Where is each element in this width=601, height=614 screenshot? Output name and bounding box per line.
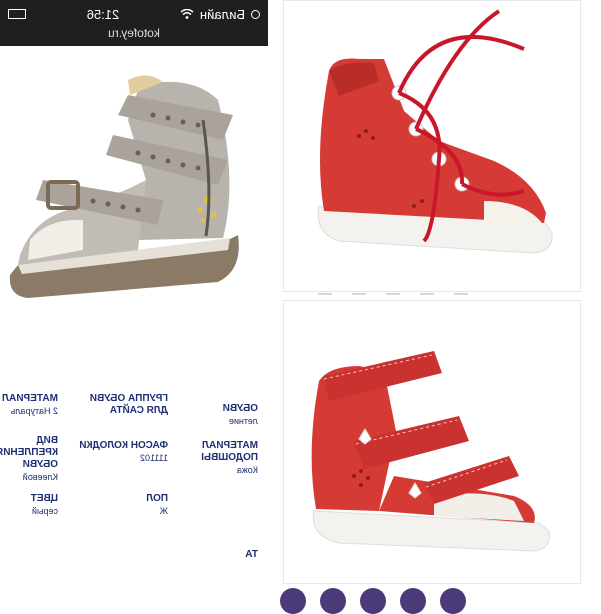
spec-item: МАТЕРИАЛ ПОДОШВЫ Кожа — [201, 440, 258, 475]
product-card-red-sandal[interactable] — [283, 300, 581, 584]
spec-item: МАТЕРИАЛ 2 Натураль — [1, 393, 58, 416]
battery-icon — [8, 9, 27, 19]
status-dot-icon — [251, 9, 260, 19]
gray-shoe-image — [9, 75, 239, 298]
spec-item: ФАСОН КОЛОДКИ 111102 — [79, 440, 168, 463]
color-swatch[interactable] — [280, 588, 306, 614]
red-laced-shoe-image — [317, 9, 553, 254]
carrier-name: Билайн — [199, 6, 245, 22]
spec-table: ОБУВИ летние ГРУППА ОБУВИ ДЛЯ САЙТА МАТЕ… — [0, 385, 268, 575]
spec-item: ТА — [245, 549, 258, 560]
wifi-icon — [180, 9, 194, 19]
color-swatches — [280, 588, 466, 614]
color-swatch[interactable] — [320, 588, 346, 614]
spec-item: ОБУВИ летние — [222, 403, 258, 426]
clock: 21:56 — [86, 6, 120, 22]
status-bar: Билайн 21:56 kotofey.ru — [0, 0, 268, 46]
url-bar[interactable]: kotofey.ru — [0, 26, 268, 40]
color-swatch[interactable] — [400, 588, 426, 614]
phone-screenshot: Билайн 21:56 kotofey.ru ОБУВИ летние ГРУ… — [0, 0, 268, 600]
spec-item: ГРУППА ОБУВИ ДЛЯ САЙТА — [89, 393, 168, 416]
red-sandal-image — [311, 351, 550, 552]
carousel-indicator — [318, 293, 468, 295]
color-swatch[interactable] — [440, 588, 466, 614]
product-card-red-laced[interactable] — [283, 0, 581, 292]
spec-item: ЦВЕТ серый — [30, 493, 58, 516]
color-swatch[interactable] — [360, 588, 386, 614]
spec-item: ПОЛ Ж — [146, 493, 168, 516]
spec-item: ВИД КРЕПЛЕНИЯ ОБУВИ Клеевой — [0, 435, 58, 482]
